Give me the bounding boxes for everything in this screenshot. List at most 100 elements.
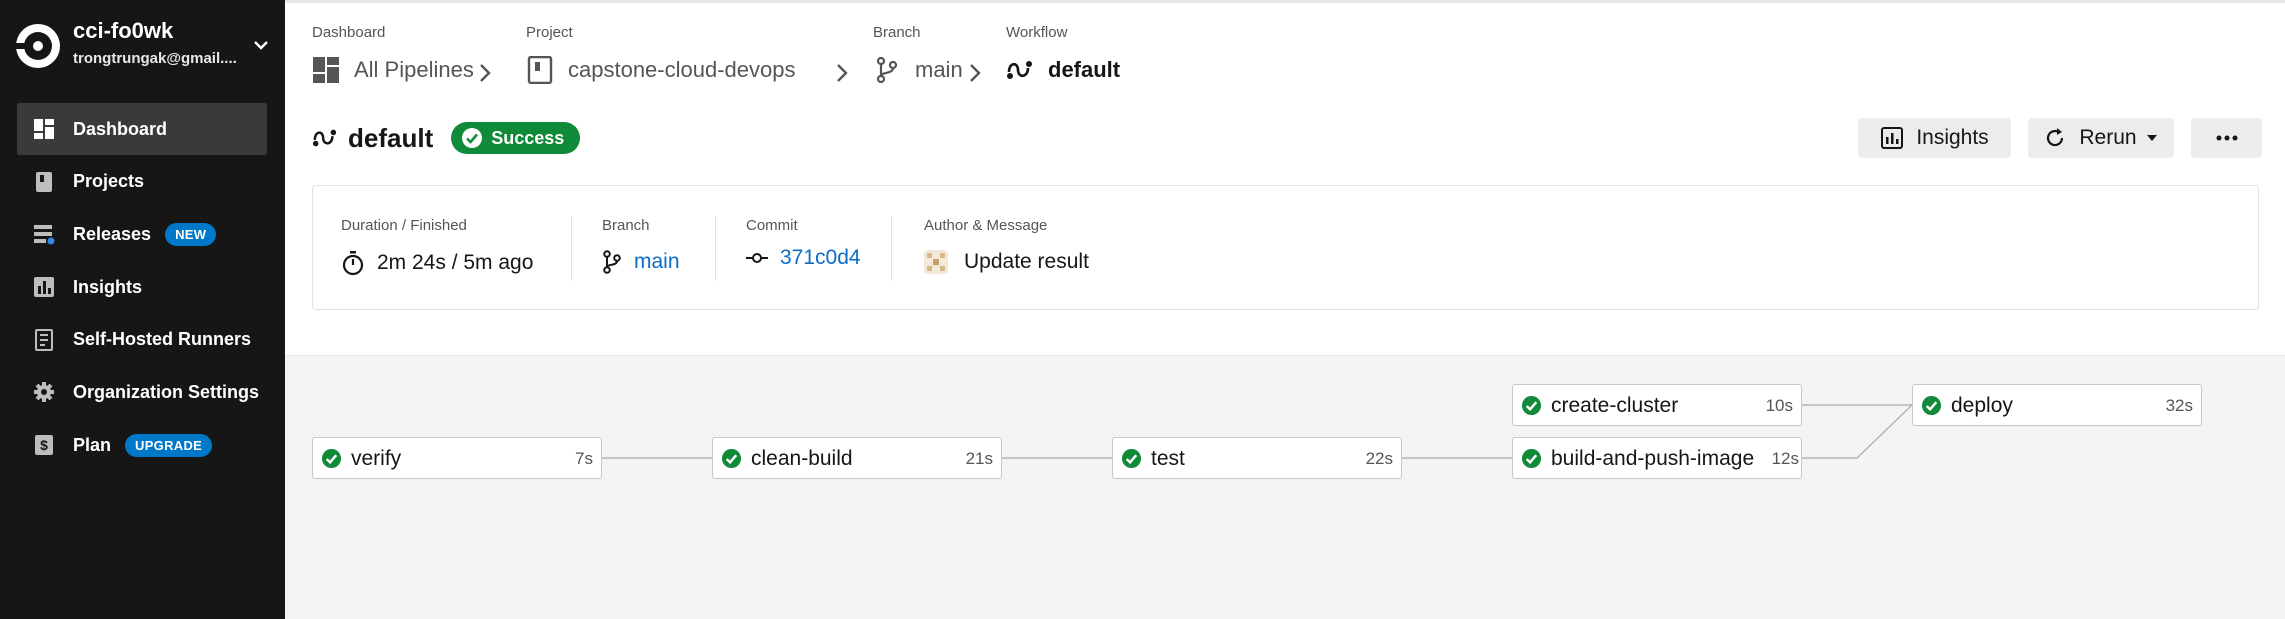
top-divider bbox=[285, 0, 2285, 3]
job-deploy[interactable]: deploy 32s bbox=[1912, 384, 2202, 426]
summary-branch-value-row: main bbox=[602, 250, 680, 274]
sidebar-item-label: Insights bbox=[73, 276, 143, 297]
summary-branch-link[interactable]: main bbox=[634, 250, 680, 274]
success-check-icon bbox=[1521, 448, 1542, 469]
chevron-right-icon bbox=[970, 64, 981, 82]
summary-caption: Branch bbox=[602, 217, 650, 234]
sidebar-item-label: Organization Settings bbox=[73, 381, 260, 402]
sidebar-item-releases[interactable]: Releases NEW bbox=[17, 208, 267, 260]
job-duration: 32s bbox=[2165, 396, 2193, 415]
org-name: cci-fo0wk bbox=[73, 18, 174, 43]
job-clean-build[interactable]: clean-build 21s bbox=[712, 437, 1002, 479]
sidebar-item-dashboard[interactable]: Dashboard bbox=[17, 103, 267, 155]
rerun-button-label: Rerun bbox=[2079, 126, 2137, 149]
job-build-and-push-image[interactable]: build-and-push-image 12s bbox=[1512, 437, 1802, 479]
job-name: test bbox=[1151, 447, 1185, 470]
workflow-icon bbox=[1007, 61, 1032, 79]
job-name: deploy bbox=[1951, 394, 2013, 417]
job-duration: 7s bbox=[575, 449, 593, 468]
more-options-button[interactable] bbox=[2191, 118, 2262, 158]
summary-commit-message: Update result bbox=[964, 250, 1089, 273]
releases-icon bbox=[34, 225, 55, 245]
chevron-down-icon[interactable] bbox=[250, 34, 272, 56]
summary-divider bbox=[891, 216, 892, 281]
main-content: Dashboard All Pipelines Project capstone… bbox=[285, 0, 2285, 619]
caret-down-icon bbox=[2146, 135, 2157, 141]
commit-icon bbox=[746, 253, 768, 263]
breadcrumb-caption: Dashboard bbox=[312, 24, 386, 41]
job-duration: 21s bbox=[965, 449, 993, 468]
insights-button[interactable]: Insights bbox=[1858, 118, 2011, 158]
chevron-right-icon bbox=[837, 64, 848, 82]
avatar bbox=[924, 250, 948, 274]
sidebar-item-insights[interactable]: Insights bbox=[17, 261, 267, 313]
job-test[interactable]: test 22s bbox=[1112, 437, 1402, 479]
summary-commit-link[interactable]: 371c0d4 bbox=[780, 246, 861, 270]
job-duration: 12s bbox=[1771, 449, 1799, 468]
breadcrumb-caption: Workflow bbox=[1006, 24, 1068, 41]
breadcrumb-workflow[interactable]: Workflow default bbox=[1006, 24, 1120, 82]
summary-divider bbox=[571, 216, 572, 281]
runners-icon bbox=[35, 328, 53, 351]
job-name: clean-build bbox=[751, 447, 853, 470]
sidebar: cci-fo0wk trongtrungak@gmail.... Dashboa… bbox=[0, 0, 285, 619]
project-icon bbox=[527, 56, 553, 84]
success-check-icon bbox=[721, 448, 742, 469]
summary-author-value-row: Update result bbox=[924, 250, 1089, 274]
breadcrumb-dashboard[interactable]: Dashboard All Pipelines bbox=[312, 24, 474, 83]
org-email: trongtrungak@gmail.... bbox=[73, 50, 237, 67]
status-badge: Success bbox=[451, 122, 581, 154]
branch-icon bbox=[603, 250, 621, 274]
upgrade-badge[interactable]: UPGRADE bbox=[125, 433, 213, 457]
dashboard-icon bbox=[313, 57, 339, 83]
insights-button-label: Insights bbox=[1916, 126, 1989, 149]
success-check-icon bbox=[1521, 395, 1542, 416]
sidebar-item-label: Releases bbox=[73, 223, 152, 244]
status-text: Success bbox=[491, 127, 565, 148]
breadcrumb-project[interactable]: Project capstone-cloud-devops bbox=[526, 24, 795, 84]
breadcrumb-value: capstone-cloud-devops bbox=[568, 57, 796, 82]
job-duration: 22s bbox=[1365, 449, 1393, 468]
svg-text:$: $ bbox=[40, 437, 48, 453]
success-check-icon bbox=[1921, 395, 1942, 416]
breadcrumb-value: main bbox=[915, 57, 963, 82]
workflow-icon bbox=[312, 129, 337, 147]
summary-divider bbox=[715, 216, 716, 281]
sidebar-item-label: Plan bbox=[73, 434, 112, 455]
dashboard-icon bbox=[34, 119, 54, 139]
new-badge: NEW bbox=[165, 222, 217, 246]
insights-icon bbox=[1881, 127, 1904, 149]
job-name: build-and-push-image bbox=[1551, 447, 1755, 470]
sidebar-item-label: Self-Hosted Runners bbox=[73, 329, 252, 350]
summary-commit-value-row: 371c0d4 bbox=[746, 246, 861, 270]
workflow-graph: verify 7s clean-build 21s test 22s creat… bbox=[285, 355, 2285, 619]
sidebar-item-organization-settings[interactable]: Organization Settings bbox=[17, 366, 267, 418]
workflow-header: default Success bbox=[312, 120, 581, 156]
plan-icon: $ bbox=[35, 435, 53, 456]
sidebar-item-self-hosted-runners[interactable]: Self-Hosted Runners bbox=[17, 314, 267, 366]
sidebar-item-label: Projects bbox=[73, 171, 145, 192]
job-create-cluster[interactable]: create-cluster 10s bbox=[1512, 384, 1802, 426]
job-name: create-cluster bbox=[1551, 394, 1679, 417]
summary-caption: Commit bbox=[746, 217, 798, 234]
job-duration: 10s bbox=[1765, 396, 1793, 415]
chevron-right-icon bbox=[480, 64, 491, 82]
summary-caption: Duration / Finished bbox=[341, 217, 467, 234]
sidebar-item-projects[interactable]: Projects bbox=[17, 156, 267, 208]
insights-icon bbox=[34, 277, 54, 298]
sidebar-item-plan[interactable]: $ Plan UPGRADE bbox=[17, 419, 267, 471]
more-horizontal-icon bbox=[2216, 135, 2237, 141]
projects-icon bbox=[36, 171, 52, 192]
rerun-icon bbox=[2047, 128, 2064, 147]
breadcrumb-value: default bbox=[1048, 57, 1121, 82]
breadcrumb-branch[interactable]: Branch main bbox=[873, 24, 963, 84]
breadcrumb-caption: Project bbox=[526, 24, 573, 41]
org-switcher[interactable]: cci-fo0wk trongtrungak@gmail.... bbox=[14, 16, 272, 72]
summary-caption: Author & Message bbox=[924, 217, 1048, 234]
rerun-button[interactable]: Rerun bbox=[2028, 118, 2174, 158]
gear-icon bbox=[34, 382, 54, 403]
job-verify[interactable]: verify 7s bbox=[312, 437, 602, 479]
check-circle-icon bbox=[462, 128, 483, 148]
stopwatch-icon bbox=[342, 251, 364, 276]
breadcrumb-caption: Branch bbox=[873, 24, 921, 41]
